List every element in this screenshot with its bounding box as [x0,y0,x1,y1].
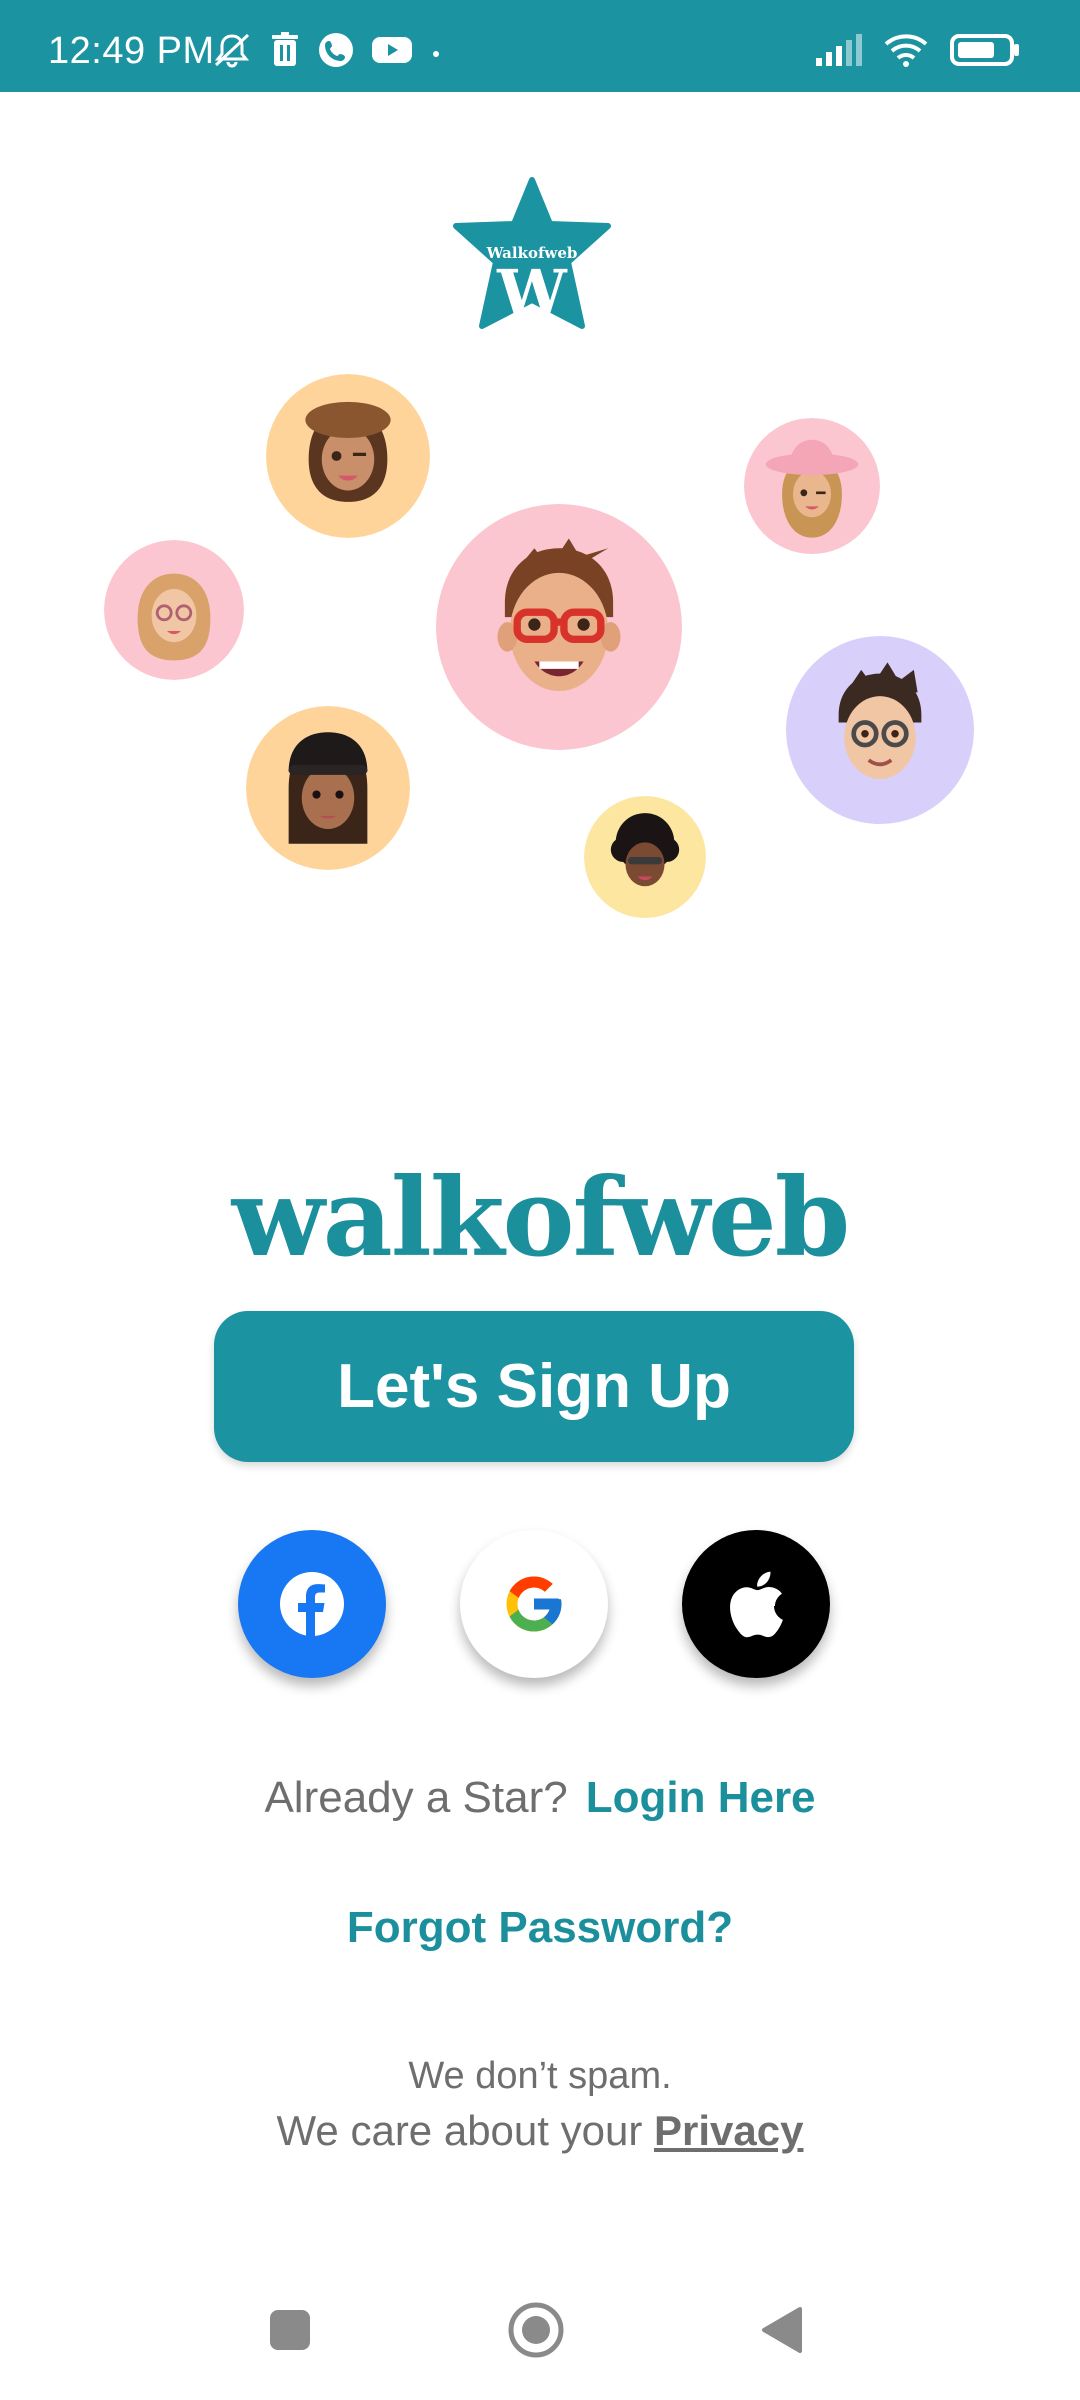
login-prompt: Already a Star? [264,1773,568,1822]
navigation-bar [0,2290,1080,2370]
facebook-icon [280,1572,344,1636]
signup-button[interactable]: Let's Sign Up [214,1311,854,1462]
recents-button[interactable] [250,2290,330,2370]
avatar-cowgirl [744,418,880,554]
youtube-icon [372,37,412,63]
avatar-curly-hair [584,796,706,918]
avatar-round-glasses-boy [786,636,974,824]
forgot-password-link[interactable]: Forgot Password? [0,1902,1080,1954]
avatar-beanie-girl [246,706,410,870]
back-button[interactable] [742,2290,822,2370]
brand-wordmark: walkofweb [231,1155,851,1281]
privacy-link[interactable]: Privacy [654,2107,803,2154]
status-time: 12:49 PM [48,30,215,72]
avatar-blonde-girl [104,540,244,680]
system-icons [814,32,1020,68]
trash-icon [272,32,298,66]
notification-icons [212,32,442,68]
muted-bell-icon [214,33,250,68]
wifi-icon [884,34,928,67]
privacy-prefix: We care about your [276,2107,654,2154]
back-triangle-icon [762,2307,802,2353]
walkofweb-logo: Walkofweb W [453,177,611,329]
apple-login-button[interactable] [682,1530,830,1678]
circle-icon [508,2302,564,2358]
avatar-beret-girl [266,374,430,538]
square-icon [270,2310,310,2350]
phone-icon [319,33,353,67]
privacy-text: We care about your Privacy [0,2106,1080,2156]
signal-icon [816,34,862,66]
facebook-login-button[interactable] [238,1530,386,1678]
dot-icon [433,51,439,57]
home-button[interactable] [496,2290,576,2370]
apple-icon [730,1571,783,1638]
no-spam-text: We don’t spam. [408,2055,672,2097]
login-row: Already a Star? Login Here [0,1772,1080,1824]
google-icon [506,1576,562,1632]
login-link[interactable]: Login Here [586,1773,816,1822]
battery-icon [950,34,1019,66]
svg-text:W: W [496,256,568,329]
google-login-button[interactable] [460,1530,608,1678]
avatar-glasses-boy [436,504,682,750]
status-bar: 12:49 PM [0,0,1080,92]
